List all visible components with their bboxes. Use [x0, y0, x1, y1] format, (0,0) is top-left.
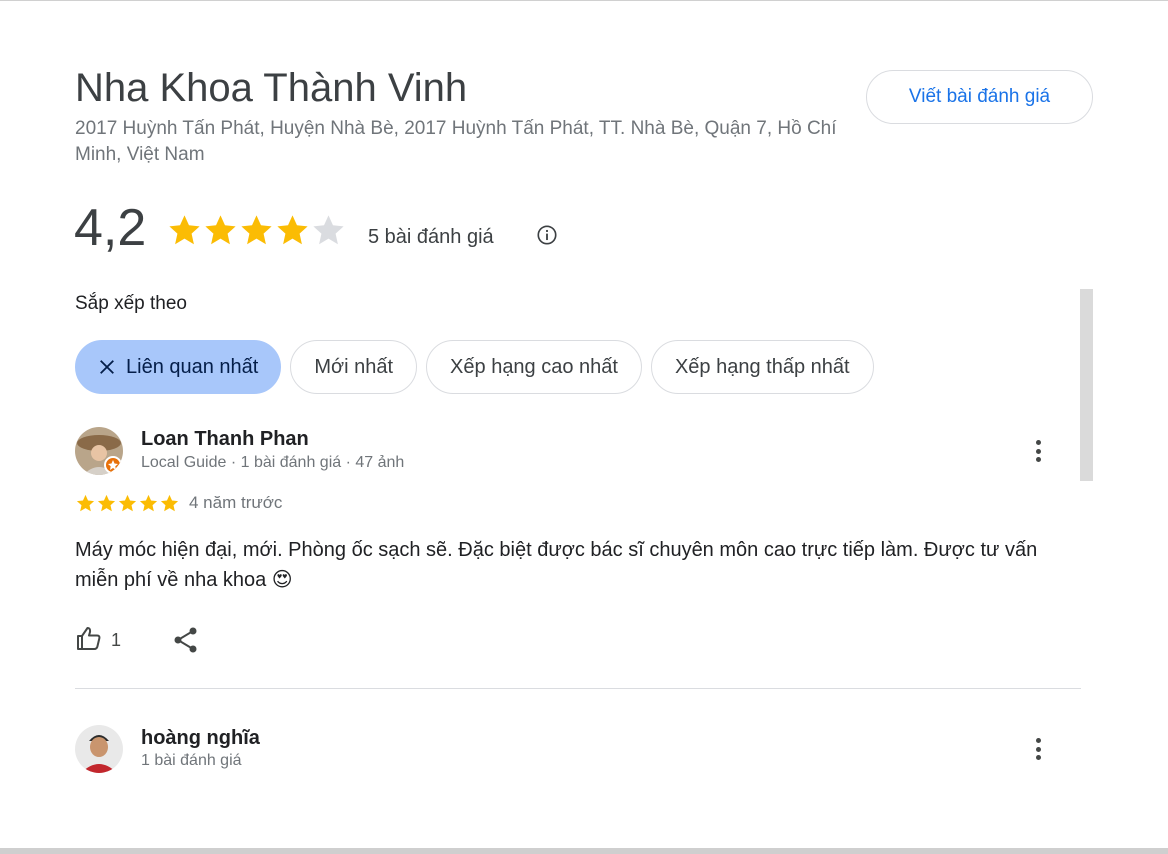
rating-value: 4,2: [74, 199, 147, 257]
sort-chip-newest[interactable]: Mới nhất: [290, 340, 418, 394]
sort-chip-label: Mới nhất: [314, 355, 394, 378]
close-icon: [98, 358, 116, 376]
thumbs-up-icon: [75, 624, 103, 657]
window-top-border: [0, 0, 1168, 1]
sort-chip-label: Liên quan nhất: [126, 355, 259, 378]
review-count[interactable]: 5 bài đánh giá: [368, 226, 494, 249]
write-review-button[interactable]: Viết bài đánh giá: [866, 70, 1093, 124]
sort-chip-lowest[interactable]: Xếp hạng thấp nhất: [650, 340, 874, 394]
like-button[interactable]: 1: [75, 624, 121, 657]
avatar[interactable]: [75, 427, 123, 475]
scrollbar-thumb[interactable]: [1080, 289, 1093, 481]
rating-stars: [166, 212, 346, 249]
sort-chip-relevant[interactable]: Liên quan nhất: [75, 340, 282, 394]
reviewer-name[interactable]: Loan Thanh Phan: [141, 428, 309, 451]
sort-chip-label: Xếp hạng cao nhất: [450, 355, 618, 378]
star-filled-icon: [118, 494, 137, 512]
sort-chips: Liên quan nhất Mới nhất Xếp hạng cao nhấ…: [75, 340, 883, 394]
sort-label: Sắp xếp theo: [75, 293, 187, 314]
review-time: 4 năm trước: [189, 493, 283, 512]
review-divider: [75, 688, 1081, 689]
star-filled-icon: [139, 494, 158, 512]
star-filled-icon: [277, 215, 308, 245]
window-bottom-border: [0, 848, 1168, 854]
info-icon[interactable]: [536, 224, 558, 246]
star-filled-icon: [169, 215, 200, 245]
star-empty-icon: [313, 215, 344, 245]
place-title: Nha Khoa Thành Vinh: [75, 66, 468, 110]
like-count: 1: [111, 630, 122, 650]
reviewer-meta: 1 bài đánh giá: [141, 752, 242, 769]
sort-chip-label: Xếp hạng thấp nhất: [674, 355, 850, 378]
more-options-icon[interactable]: [1028, 436, 1048, 466]
star-filled-icon: [97, 494, 116, 512]
review-text: Máy móc hiện đại, mới. Phòng ốc sạch sẽ.…: [75, 539, 1038, 591]
avatar[interactable]: [75, 725, 123, 773]
reviewer-name[interactable]: hoàng nghĩa: [141, 727, 260, 750]
place-address: 2017 Huỳnh Tấn Phát, Huyện Nhà Bè, 2017 …: [75, 118, 837, 165]
share-icon[interactable]: [173, 626, 199, 654]
review-stars: [75, 493, 180, 514]
star-filled-icon: [241, 215, 272, 245]
star-filled-icon: [160, 494, 179, 512]
reviewer-meta: Local Guide · 1 bài đánh giá · 47 ảnh: [141, 454, 405, 471]
star-filled-icon: [205, 215, 236, 245]
star-filled-icon: [76, 494, 95, 512]
more-options-icon[interactable]: [1028, 734, 1048, 764]
sort-chip-highest[interactable]: Xếp hạng cao nhất: [426, 340, 642, 394]
